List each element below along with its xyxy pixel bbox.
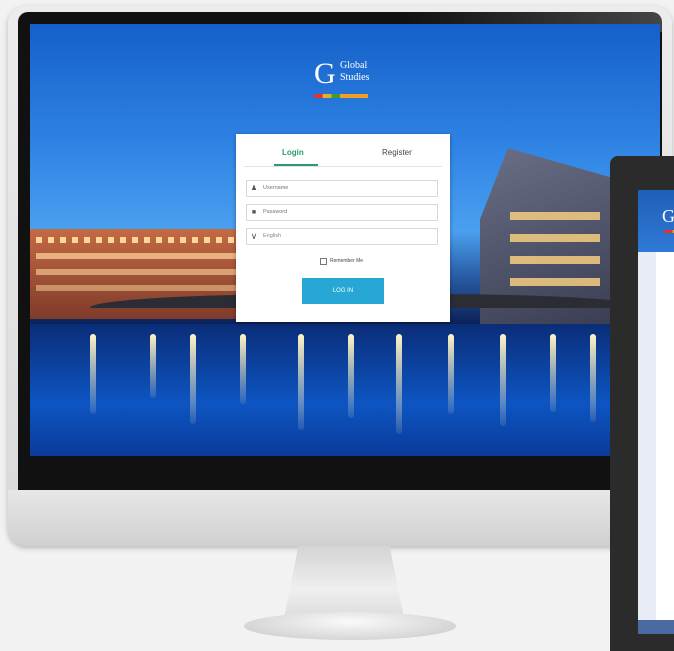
logo-color-bar bbox=[314, 94, 368, 98]
monitor-base bbox=[244, 612, 456, 640]
laptop-logo-color-bar bbox=[664, 230, 674, 233]
chevron-down-icon: ∨ bbox=[250, 231, 258, 241]
light-reflection bbox=[396, 334, 402, 434]
remember-me-checkbox[interactable] bbox=[320, 258, 327, 265]
login-button[interactable]: LOG IN bbox=[302, 278, 384, 304]
logo-mark: G bbox=[314, 57, 336, 90]
language-value: English bbox=[263, 233, 282, 239]
light-reflection bbox=[240, 334, 246, 404]
light-reflection bbox=[348, 334, 354, 418]
tab-login[interactable]: Login bbox=[282, 148, 304, 158]
lock-icon: ■ bbox=[251, 209, 257, 216]
password-field[interactable]: ■ bbox=[246, 204, 438, 221]
login-card: Login Register ♟ ■ ∨ English Remember Me… bbox=[236, 134, 450, 322]
monitor-chin bbox=[8, 490, 672, 546]
language-select[interactable]: ∨ English bbox=[246, 228, 438, 245]
laptop-logo-mark: G bbox=[662, 206, 674, 226]
light-reflection bbox=[448, 334, 454, 414]
light-reflection bbox=[500, 334, 506, 426]
logo-name-line1: Global bbox=[340, 60, 368, 71]
remember-me-label: Remember Me bbox=[330, 258, 364, 264]
laptop-footer bbox=[638, 620, 674, 634]
background-water bbox=[30, 324, 660, 456]
light-reflection bbox=[150, 334, 156, 398]
global-studies-logo: G Global Studies bbox=[314, 58, 384, 104]
light-reflection bbox=[90, 334, 96, 414]
username-field[interactable]: ♟ bbox=[246, 180, 438, 197]
laptop-sidebar bbox=[638, 252, 656, 620]
mockup-stage: G Global Studies Login Register ♟ ■ bbox=[0, 0, 674, 651]
user-icon: ♟ bbox=[250, 185, 258, 192]
laptop-screen: G bbox=[638, 190, 674, 634]
light-reflection bbox=[298, 334, 304, 430]
password-input[interactable] bbox=[263, 205, 433, 220]
username-input[interactable] bbox=[263, 181, 433, 196]
logo-name-line2: Studies bbox=[340, 72, 370, 83]
active-tab-indicator bbox=[274, 164, 318, 166]
laptop-device: G bbox=[610, 156, 674, 651]
auth-tabs: Login Register bbox=[244, 144, 442, 167]
monitor-stand bbox=[284, 546, 404, 618]
light-reflection bbox=[590, 334, 596, 422]
light-reflection bbox=[190, 334, 196, 424]
login-screen: G Global Studies Login Register ♟ ■ bbox=[30, 24, 660, 456]
tab-register[interactable]: Register bbox=[382, 148, 412, 158]
laptop-header: G bbox=[638, 190, 674, 252]
light-reflection bbox=[550, 334, 556, 412]
logo-text: Global Studies bbox=[340, 60, 369, 84]
